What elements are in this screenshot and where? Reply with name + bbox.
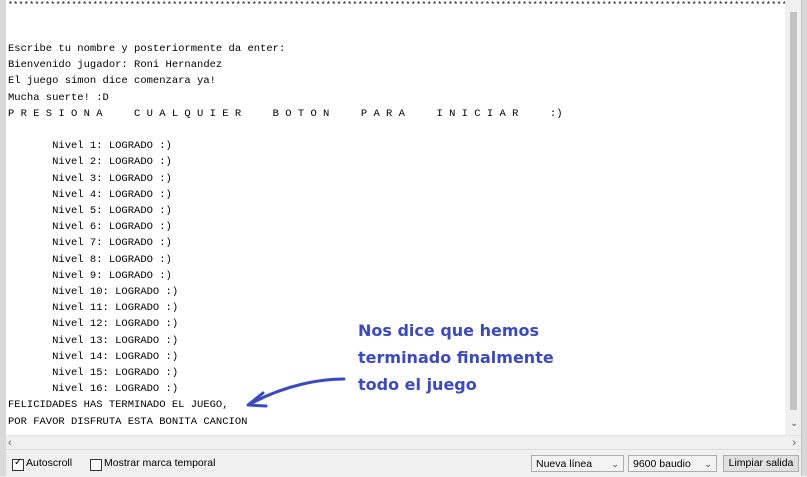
console-line: Nivel 3: LOGRADO :) <box>8 172 172 185</box>
timestamp-checkbox[interactable] <box>90 459 102 471</box>
window-right-edge <box>801 0 807 476</box>
chevron-down-icon: ⌄ <box>611 459 619 469</box>
line-ending-value: Nueva línea <box>536 458 593 470</box>
annotation-line: todo el juego <box>358 375 477 394</box>
scroll-left-icon[interactable]: ‹ <box>8 436 12 450</box>
console-line: Nivel 2: LOGRADO :) <box>8 156 172 169</box>
baud-rate-select[interactable]: 9600 baudio ⌄ <box>628 455 717 472</box>
console-line: Nivel 6: LOGRADO :) <box>8 221 172 234</box>
clear-output-button[interactable]: Limpiar salida <box>723 455 799 472</box>
console-line: Mucha suerte! :D <box>8 91 109 104</box>
vertical-scrollbar[interactable]: ⌄ <box>785 0 802 435</box>
console-line: Nivel 14: LOGRADO :) <box>8 350 179 363</box>
console-line: El juego simon dice comenzara ya! <box>8 75 216 88</box>
console-line: Nivel 13: LOGRADO :) <box>8 334 179 347</box>
console-line: Nivel 4: LOGRADO :) <box>8 188 172 201</box>
console-line: Bienvenido jugador: Roni Hernandez <box>8 59 223 72</box>
scroll-right-icon[interactable]: › <box>792 436 796 450</box>
autoscroll-checkbox[interactable]: ✓ <box>12 457 24 471</box>
chevron-down-icon: ⌄ <box>704 459 712 469</box>
scroll-down-icon[interactable]: ⌄ <box>790 418 798 430</box>
console-line: Nivel 12: LOGRADO :) <box>8 318 179 331</box>
console-line: Nivel 1: LOGRADO :) <box>8 140 172 153</box>
console-line: Nivel 5: LOGRADO :) <box>8 205 172 217</box>
bottom-toolbar: ✓ Autoscroll Mostrar marca temporal Nuev… <box>6 449 802 477</box>
console-line: Nivel 15: LOGRADO :) <box>8 367 179 379</box>
console-line: POR FAVOR DISFRUTA ESTA BONITA CANCION <box>8 415 248 428</box>
console-line: Nivel 7: LOGRADO :) <box>8 237 172 250</box>
console-line: Escribe tu nombre y posteriormente da en… <box>8 43 286 55</box>
scroll-thumb[interactable] <box>790 12 797 410</box>
console-line: FELICIDADES HAS TERMINADO EL JUEGO, <box>8 399 229 412</box>
console-line: Nivel 10: LOGRADO :) <box>8 286 179 298</box>
console-line: Nivel 11: LOGRADO :) <box>8 302 179 315</box>
line-ending-select[interactable]: Nueva línea ⌄ <box>531 455 624 472</box>
separator-line: ****************************************… <box>8 1 785 10</box>
annotation-line: terminado finalmente <box>358 348 554 367</box>
annotation-arrow-icon <box>246 377 346 408</box>
autoscroll-label: Autoscroll <box>26 457 73 469</box>
annotation-line: Nos dice que hemos <box>358 321 540 340</box>
console-line: Nivel 9: LOGRADO :) <box>8 269 172 282</box>
annotation-text: Nos dice que hemos terminado finalmente … <box>358 317 618 398</box>
horizontal-scrollbar[interactable]: ‹ › <box>6 435 802 450</box>
console-line: Nivel 8: LOGRADO :) <box>8 253 172 266</box>
checkmark-icon: ✓ <box>14 457 23 468</box>
baud-rate-value: 9600 baudio <box>633 458 691 470</box>
timestamp-label: Mostrar marca temporal <box>104 457 216 469</box>
console-line: Nivel 16: LOGRADO :) <box>8 383 179 396</box>
console-line: P R E S I O N A C U A L Q U I E R B O T … <box>8 107 563 120</box>
